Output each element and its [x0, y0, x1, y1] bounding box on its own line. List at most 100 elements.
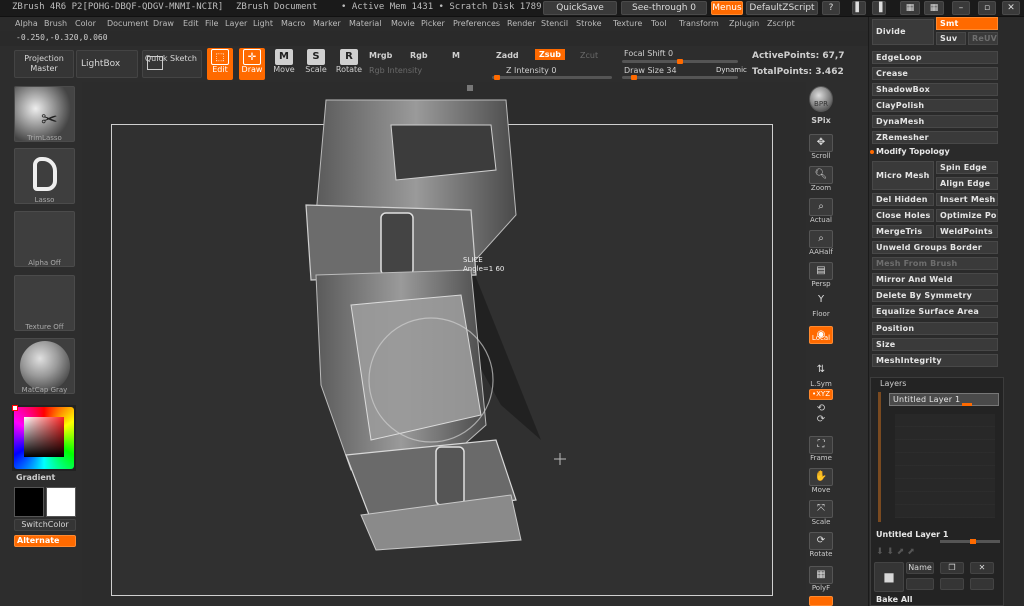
focal-shift-track[interactable] — [622, 59, 738, 64]
dynamesh-button[interactable]: DynaMesh — [872, 115, 998, 128]
menu-render[interactable]: Render — [507, 19, 535, 28]
reuv-toggle[interactable]: ReUV — [968, 32, 998, 45]
glove-model[interactable] — [111, 95, 773, 596]
size-subpalette[interactable]: Size — [872, 338, 998, 351]
secondary-color-swatch[interactable] — [14, 487, 44, 517]
mergetris-button[interactable]: MergeTris — [872, 225, 934, 238]
del-hidden-button[interactable]: Del Hidden — [872, 193, 934, 206]
menu-stroke[interactable]: Stroke — [576, 19, 602, 28]
menu-transform[interactable]: Transform — [679, 19, 719, 28]
transp-button[interactable] — [808, 596, 834, 606]
scale-button[interactable]: S Scale — [303, 48, 329, 78]
menu-edit[interactable]: Edit — [183, 19, 199, 28]
layer-move-icon[interactable] — [970, 578, 994, 590]
position-subpalette[interactable]: Position — [872, 322, 998, 335]
default-zscript-button[interactable]: DefaultZScript — [746, 1, 818, 15]
z-intensity-track[interactable] — [492, 75, 612, 80]
bpr-button[interactable]: BPR — [808, 86, 834, 116]
z-intensity-slider[interactable]: Z Intensity 0 — [506, 66, 556, 75]
edgeloop-button[interactable]: EdgeLoop — [872, 51, 998, 64]
claypolish-button[interactable]: ClayPolish — [872, 99, 998, 112]
close-icon[interactable]: ✕ — [1002, 1, 1020, 15]
texture-thumbnail[interactable]: Texture Off — [14, 275, 75, 331]
align-edge-button[interactable]: Align Edge — [936, 177, 998, 190]
window-layout2-icon[interactable]: ▦ — [924, 1, 944, 15]
color-picker[interactable] — [12, 405, 76, 471]
window-layout-icon[interactable]: ▦ — [900, 1, 920, 15]
menu-brush[interactable]: Brush — [44, 19, 67, 28]
alternate-button[interactable]: Alternate — [14, 535, 76, 547]
floor-button[interactable]: Y Floor — [808, 292, 834, 320]
move-button[interactable]: M Move — [271, 48, 297, 78]
draw-size-slider[interactable]: Draw Size 34 — [624, 66, 677, 75]
menu-marker[interactable]: Marker — [313, 19, 341, 28]
mrgb-button[interactable]: Mrgb — [369, 51, 392, 60]
m-button[interactable]: M — [452, 51, 460, 60]
micro-mesh-button[interactable]: Micro Mesh — [872, 161, 934, 190]
split-layer-icon[interactable] — [906, 578, 934, 590]
menu-preferences[interactable]: Preferences — [453, 19, 500, 28]
draw-size-track[interactable] — [622, 75, 738, 80]
menu-color[interactable]: Color — [75, 19, 96, 28]
aahalf-button[interactable]: ⌕ AAHalf — [808, 230, 834, 258]
see-through-slider[interactable]: See-through 0 — [621, 1, 707, 15]
draw-button[interactable]: ✛ Draw — [239, 48, 265, 80]
rotate-button[interactable]: R Rotate — [335, 48, 363, 78]
quick-sketch-button[interactable]: Quick Sketch — [142, 50, 202, 78]
menu-zplugin[interactable]: Zplugin — [729, 19, 759, 28]
layer-arrow-row[interactable]: ⬇ ⬇ ⬈ ⬈ — [876, 547, 996, 559]
spin-edge-button[interactable]: Spin Edge — [936, 161, 998, 174]
menu-layer[interactable]: Layer — [225, 19, 247, 28]
layout-right-icon[interactable]: ▐ — [872, 1, 886, 15]
switchcolor-button[interactable]: SwitchColor — [14, 519, 76, 531]
layers-scrollbar[interactable] — [878, 392, 881, 522]
menu-draw[interactable]: Draw — [153, 19, 174, 28]
rotate-axis-buttons[interactable]: ⟲ ⟳ — [808, 403, 834, 431]
layer-list-item[interactable]: Untitled Layer 1 — [889, 393, 999, 406]
delete-by-symmetry-button[interactable]: Delete By Symmetry — [872, 289, 998, 302]
xyz-button[interactable]: •XYZ — [808, 389, 834, 401]
zsub-button[interactable]: Zsub — [535, 49, 565, 60]
layer-name-button[interactable]: Name — [906, 562, 934, 574]
scale-view-button[interactable]: ⤧ Scale — [808, 500, 834, 528]
main-color-swatch[interactable] — [46, 487, 76, 517]
zcut-button[interactable]: Zcut — [580, 51, 598, 60]
duplicate-layer-icon[interactable]: ❐ — [940, 562, 964, 574]
local-button[interactable]: ◉ Local — [808, 326, 834, 352]
mesh-from-brush-button[interactable]: Mesh From Brush — [872, 257, 998, 270]
crease-button[interactable]: Crease — [872, 67, 998, 80]
menu-texture[interactable]: Texture — [613, 19, 642, 28]
spix-slider[interactable]: SPix — [808, 116, 834, 128]
frame-button[interactable]: ⛶ Frame — [808, 436, 834, 464]
suv-toggle[interactable]: Suv — [936, 32, 966, 45]
minimize-icon[interactable]: – — [952, 1, 970, 15]
merge-layer-icon[interactable] — [940, 578, 964, 590]
scroll-button[interactable]: ✥ Scroll — [808, 134, 834, 162]
rgb-button[interactable]: Rgb — [410, 51, 428, 60]
zoom-button[interactable]: 🔍︎ Zoom — [808, 166, 834, 194]
shadowbox-button[interactable]: ShadowBox — [872, 83, 998, 96]
stroke-thumbnail[interactable]: Lasso — [14, 148, 75, 204]
quicksave-button[interactable]: QuickSave — [543, 1, 617, 15]
alpha-thumbnail[interactable]: Alpha Off — [14, 211, 75, 267]
color-square[interactable] — [24, 417, 64, 457]
weldpoints-button[interactable]: WeldPoints — [936, 225, 998, 238]
unweld-groups-border-button[interactable]: Unweld Groups Border — [872, 241, 998, 254]
edit-button[interactable]: ⬚ Edit — [207, 48, 233, 80]
menus-button[interactable]: Menus — [711, 1, 743, 15]
delete-layer-icon[interactable]: ✕ — [970, 562, 994, 574]
maximize-icon[interactable]: ▫ — [978, 1, 996, 15]
smt-toggle[interactable]: Smt — [936, 17, 998, 30]
close-holes-button[interactable]: Close Holes — [872, 209, 934, 222]
equalize-surface-area-button[interactable]: Equalize Surface Area — [872, 305, 998, 318]
insert-mesh-button[interactable]: Insert Mesh — [936, 193, 998, 206]
rotate-view-button[interactable]: ⟳ Rotate — [808, 532, 834, 560]
modify-topology-header[interactable]: Modify Topology — [876, 147, 950, 156]
dynamic-button[interactable]: Dynamic — [716, 66, 747, 74]
lightbox-button[interactable]: LightBox — [76, 50, 138, 78]
focal-shift-slider[interactable]: Focal Shift 0 — [624, 49, 673, 58]
menu-material[interactable]: Material — [349, 19, 382, 28]
help-icon[interactable]: ? — [822, 1, 840, 15]
actual-button[interactable]: ⌕ Actual — [808, 198, 834, 226]
menu-picker[interactable]: Picker — [421, 19, 445, 28]
